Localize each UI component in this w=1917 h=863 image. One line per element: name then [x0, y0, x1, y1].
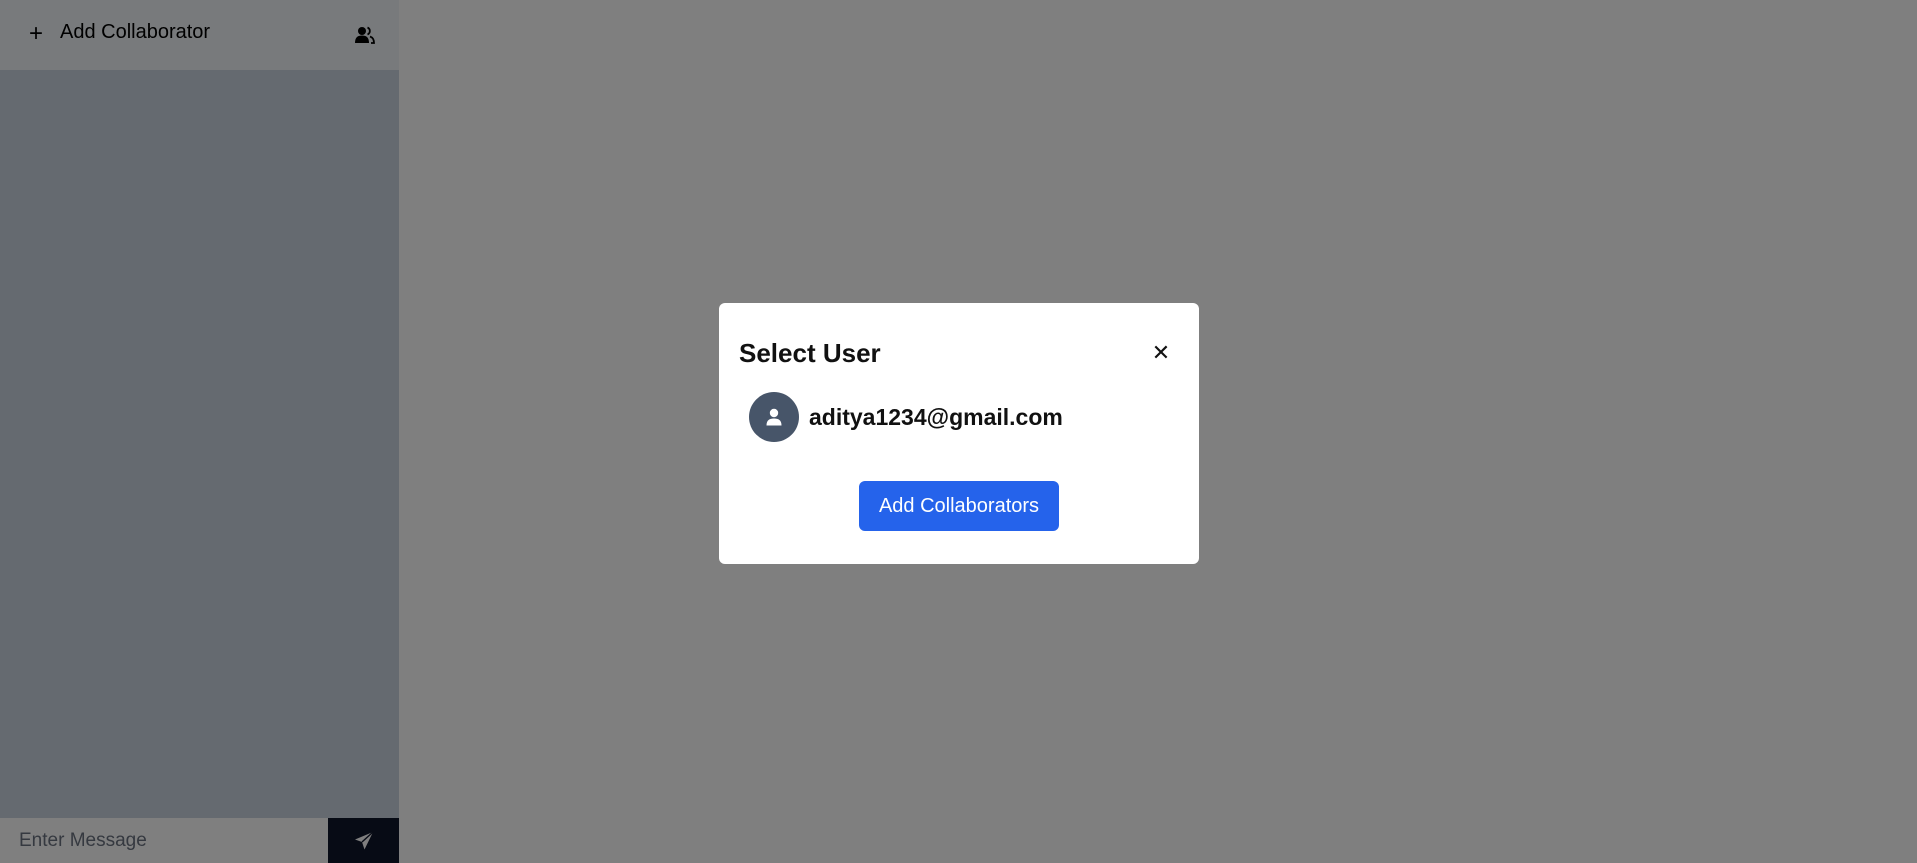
add-collaborators-button[interactable]: Add Collaborators	[858, 481, 1060, 531]
close-icon: ✕	[1151, 340, 1171, 365]
user-icon	[766, 408, 782, 426]
avatar	[749, 392, 799, 442]
modal-footer: Add Collaborators	[739, 481, 1179, 531]
close-button[interactable]: ✕	[1145, 337, 1177, 369]
modal-title: Select User	[739, 337, 881, 368]
user-email: aditya1234@gmail.com	[809, 403, 1063, 430]
select-user-modal: Select User ✕ aditya1234@gmail.com Add C…	[719, 303, 1199, 564]
user-list-item[interactable]: aditya1234@gmail.com	[739, 391, 1179, 443]
modal-header: Select User ✕	[739, 333, 1179, 373]
